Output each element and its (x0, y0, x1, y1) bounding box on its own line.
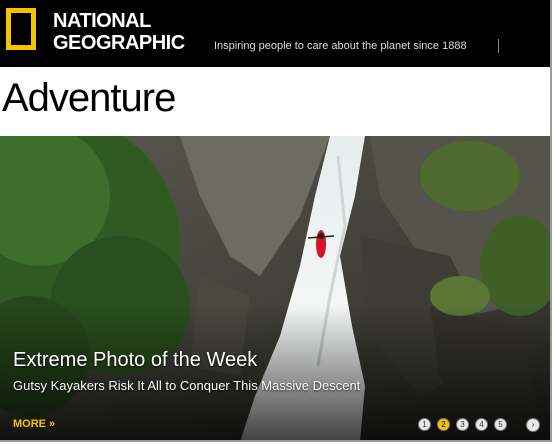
slide-pager: 1 2 3 4 5 (418, 418, 507, 432)
slide-dot-4[interactable]: 4 (475, 418, 488, 431)
brand-line-2: GEOGRAPHIC (53, 32, 185, 54)
slide-dot-2[interactable]: 2 (437, 418, 450, 431)
tagline: Inspiring people to care about the plane… (214, 40, 467, 52)
page-title: Adventure (2, 76, 176, 120)
slide-dot-3[interactable]: 3 (456, 418, 469, 431)
ng-logo-icon[interactable] (6, 8, 36, 50)
hero-caption-subtitle[interactable]: Gutsy Kayakers Risk It All to Conquer Th… (13, 378, 360, 393)
slide-dot-1[interactable]: 1 (418, 418, 431, 431)
slide-dot-5[interactable]: 5 (494, 418, 507, 431)
site-header: NATIONAL GEOGRAPHIC Inspiring people to … (0, 0, 550, 67)
hero-caption-title[interactable]: Extreme Photo of the Week (13, 349, 257, 372)
waterfall-kayak-image (0, 136, 550, 440)
next-slide-arrow-icon[interactable]: › (526, 418, 540, 432)
more-link[interactable]: MORE » (13, 418, 55, 430)
tagline-divider (498, 39, 499, 53)
page-frame: NATIONAL GEOGRAPHIC Inspiring people to … (0, 0, 552, 442)
brand-line-1: NATIONAL (53, 10, 151, 32)
hero-photo[interactable] (0, 136, 550, 440)
brand-wordmark[interactable]: NATIONAL GEOGRAPHIC (53, 10, 185, 54)
